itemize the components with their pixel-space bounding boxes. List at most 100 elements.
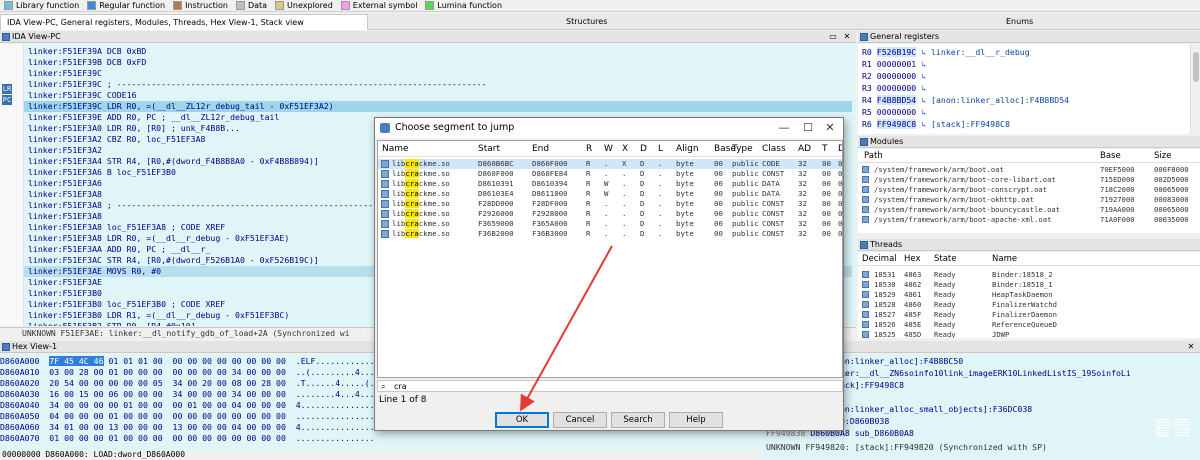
segment-col-header[interactable]: Type: [732, 141, 753, 157]
segment-table[interactable]: NameStartEndRWXDLAlignBaseTypeClassADTD …: [377, 140, 843, 378]
disasm-line[interactable]: linker:F51EF39C ; ----------------------…: [28, 79, 486, 90]
disasm-line[interactable]: linker:F51EF3A2: [28, 145, 102, 156]
disasm-line[interactable]: linker:F51EF3A8: [28, 189, 102, 200]
register-row[interactable]: R1 00000001 ↳: [862, 59, 926, 70]
disasm-line[interactable]: linker:F51EF3B0: [28, 288, 102, 299]
segment-col-header[interactable]: L: [658, 141, 663, 157]
disasm-line[interactable]: linker:F51EF3B0 LDR R1, =(__dl__r_debug …: [28, 310, 289, 321]
thread-row[interactable]: 18525 485D Ready JDWP: [858, 330, 1200, 338]
module-row[interactable]: /system/framework/arm/boot-bouncycastle.…: [858, 205, 1200, 214]
panel-float-icon[interactable]: ▭: [828, 31, 838, 42]
segment-col-header[interactable]: T: [822, 141, 828, 157]
modules-col-path[interactable]: Path: [864, 149, 883, 163]
disasm-line[interactable]: linker:F51EF3A6: [28, 178, 102, 189]
maximize-icon[interactable]: ☐: [797, 120, 819, 136]
thread-row[interactable]: 18531 4863 Ready Binder:18518_2: [858, 270, 1200, 279]
segment-col-header[interactable]: W: [604, 141, 613, 157]
disasm-line[interactable]: linker:F51EF3A4 STR R4, [R0,#(dword_F4B8…: [28, 156, 319, 167]
segment-col-header[interactable]: D: [838, 141, 842, 157]
stack-close-icon[interactable]: ✕: [1186, 341, 1196, 352]
threads-col-hex[interactable]: Hex: [904, 252, 921, 266]
hex-row[interactable]: D860A050 04 00 00 00 01 00 00 00 00 00 0…: [0, 411, 375, 422]
segment-col-header[interactable]: AD: [798, 141, 811, 157]
segment-row[interactable]: libcrackme.so D860F000 D860FE84 R.. D. byte 00…: [378, 169, 842, 179]
tab-main[interactable]: IDA View-PC, General registers, Modules,…: [0, 14, 368, 30]
segment-row[interactable]: libcrackme.so F28DD000 F28DF000 R.. D. byte 00…: [378, 199, 842, 209]
disasm-line[interactable]: linker:F51EF39B DCB 0xFD: [28, 57, 146, 68]
register-value[interactable]: 00000000: [876, 107, 917, 117]
thread-row[interactable]: 18527 485F Ready FinalizerDaemon: [858, 310, 1200, 319]
register-target[interactable]: linker:__dl__r_debug: [931, 47, 1030, 57]
register-row[interactable]: R0 F526B19C ↳ linker:__dl__r_debug: [862, 47, 1030, 58]
threads-col-state[interactable]: State: [934, 252, 957, 266]
segment-row[interactable]: libcrackme.so D860B6BC D860F000 R. X D. byte 00…: [378, 159, 842, 169]
ok-button[interactable]: OK: [495, 412, 549, 428]
thread-row[interactable]: 18528 4860 Ready FinalizerWatchd: [858, 300, 1200, 309]
segment-col-header[interactable]: X: [622, 141, 628, 157]
hex-row[interactable]: D860A000 7F 45 4C 46 01 01 01 00 00 00 0…: [0, 356, 375, 367]
register-target[interactable]: [anon:linker_alloc]:F4B8BD54: [931, 95, 1069, 105]
segment-col-header[interactable]: Name: [382, 141, 409, 157]
register-row[interactable]: R4 F4B8BD54 ↳ [anon:linker_alloc]:F4B8BD…: [862, 95, 1069, 106]
threads-col-name[interactable]: Name: [992, 252, 1017, 266]
disasm-line[interactable]: linker:F51EF39A DCB 0xBD: [28, 46, 146, 57]
hex-selection[interactable]: 7F 45 4C 46: [49, 356, 104, 366]
segment-search-value[interactable]: cra: [394, 382, 407, 391]
segment-col-header[interactable]: R: [586, 141, 592, 157]
disasm-line[interactable]: linker:F51EF3B2 STR R0, [R4,#0x10]: [28, 321, 196, 326]
module-row[interactable]: /system/framework/arm/boot.oat 70EF5000 00…: [858, 165, 1200, 174]
panel-close-icon[interactable]: ✕: [842, 31, 852, 42]
register-row[interactable]: R3 00000000 ↳: [862, 83, 926, 94]
disasm-line[interactable]: linker:F51EF39C CODE16: [28, 90, 136, 101]
disasm-line[interactable]: linker:F51EF39E ADD R0, PC ; __dl__ZL12r…: [28, 112, 279, 123]
register-value[interactable]: 00000000: [876, 71, 917, 81]
register-value[interactable]: 00000001: [876, 59, 917, 69]
registers-scroll-thumb[interactable]: [1193, 52, 1199, 82]
module-row[interactable]: /system/framework/arm/boot-core-libart.o…: [858, 175, 1200, 184]
help-button[interactable]: Help: [669, 412, 723, 428]
register-value[interactable]: 00000000: [876, 83, 917, 93]
hex-row[interactable]: D860A020 20 54 00 00 00 00 00 05 34 00 2…: [0, 378, 375, 389]
hex-row[interactable]: D860A060 34 01 00 00 13 00 00 00 13 00 0…: [0, 422, 375, 433]
hex-row[interactable]: D860A010 03 00 28 00 01 00 00 00 00 00 0…: [0, 367, 375, 378]
threads-col-decimal[interactable]: Decimal: [862, 252, 897, 266]
registers-view[interactable]: R0 F526B19C ↳ linker:__dl__r_debug R1 000…: [858, 44, 1200, 134]
thread-row[interactable]: 18529 4861 Ready HeapTaskDaemon: [858, 290, 1200, 299]
disasm-line[interactable]: linker:F51EF3AA ADD R0, PC ; __dl__r_: [28, 244, 210, 255]
disasm-line[interactable]: linker:F51EF3AC STR R4, [R0,#(dword_F526…: [28, 255, 319, 266]
cancel-button[interactable]: Cancel: [553, 412, 607, 428]
segment-col-header[interactable]: Align: [676, 141, 699, 157]
minimize-icon[interactable]: —: [773, 120, 795, 136]
threads-table[interactable]: Decimal Hex State Name 18531 4863 Ready Bin…: [858, 252, 1200, 338]
modules-col-base[interactable]: Base: [1100, 149, 1121, 163]
register-row[interactable]: R2 00000000 ↳: [862, 71, 926, 82]
register-row[interactable]: R6 FF9498C8 ↳ [stack]:FF9498C8: [862, 119, 1010, 130]
thread-row[interactable]: 18526 485E Ready ReferenceQueueD: [858, 320, 1200, 329]
thread-row[interactable]: 18530 4862 Ready Binder:18518_1: [858, 280, 1200, 289]
segment-col-header[interactable]: Class: [762, 141, 786, 157]
module-row[interactable]: /system/framework/arm/boot-okhttp.oat 719…: [858, 195, 1200, 204]
segment-row[interactable]: libcrackme.so F3659000 F365A000 R.. D. byte 00…: [378, 219, 842, 229]
segment-row[interactable]: libcrackme.so F36B2000 F36B3000 R.. D. byte 00…: [378, 229, 842, 239]
module-row[interactable]: /system/framework/arm/boot-apache-xml.oa…: [858, 215, 1200, 224]
registers-scrollbar[interactable]: [1190, 44, 1200, 134]
hex-row[interactable]: D860A070 01 00 00 00 01 00 00 00 00 00 0…: [0, 433, 375, 444]
disasm-line[interactable]: linker:F51EF3A8: [28, 211, 102, 222]
search-button[interactable]: Search: [611, 412, 665, 428]
disasm-line[interactable]: linker:F51EF3A8 LDR R0, =(__dl__r_debug …: [28, 233, 289, 244]
disasm-line[interactable]: linker:F51EF3A0 LDR R0, [R0] ; unk_F4B8B…: [28, 123, 240, 134]
modules-table[interactable]: Path Base Size /system/framework/arm/boo…: [858, 149, 1200, 233]
disasm-line[interactable]: linker:F51EF39C: [28, 68, 102, 79]
tab-structures[interactable]: Structures: [560, 14, 670, 30]
stack-value[interactable]: [anon:linker_alloc_small_objects]:F36DC0…: [825, 404, 1032, 414]
segment-row[interactable]: libcrackme.so F2926000 F2928000 R.. D. byte 00…: [378, 209, 842, 219]
dialog-titlebar[interactable]: Choose segment to jump — ☐ ✕: [375, 118, 843, 138]
register-value[interactable]: F4B8BD54: [876, 95, 917, 105]
segment-search-field[interactable]: ⌕ cra: [377, 380, 843, 392]
hex-row[interactable]: D860A040 34 00 00 00 00 01 00 00 00 01 0…: [0, 400, 375, 411]
modules-col-size[interactable]: Size: [1154, 149, 1171, 163]
segment-row[interactable]: libcrackme.so D86103E4 D8611000 R W. D. byte 00…: [378, 189, 842, 199]
hex-row[interactable]: D860A030 16 00 15 00 06 00 00 00 34 00 0…: [0, 389, 375, 400]
close-icon[interactable]: ✕: [819, 120, 841, 136]
module-row[interactable]: /system/framework/arm/boot-conscrypt.oat…: [858, 185, 1200, 194]
